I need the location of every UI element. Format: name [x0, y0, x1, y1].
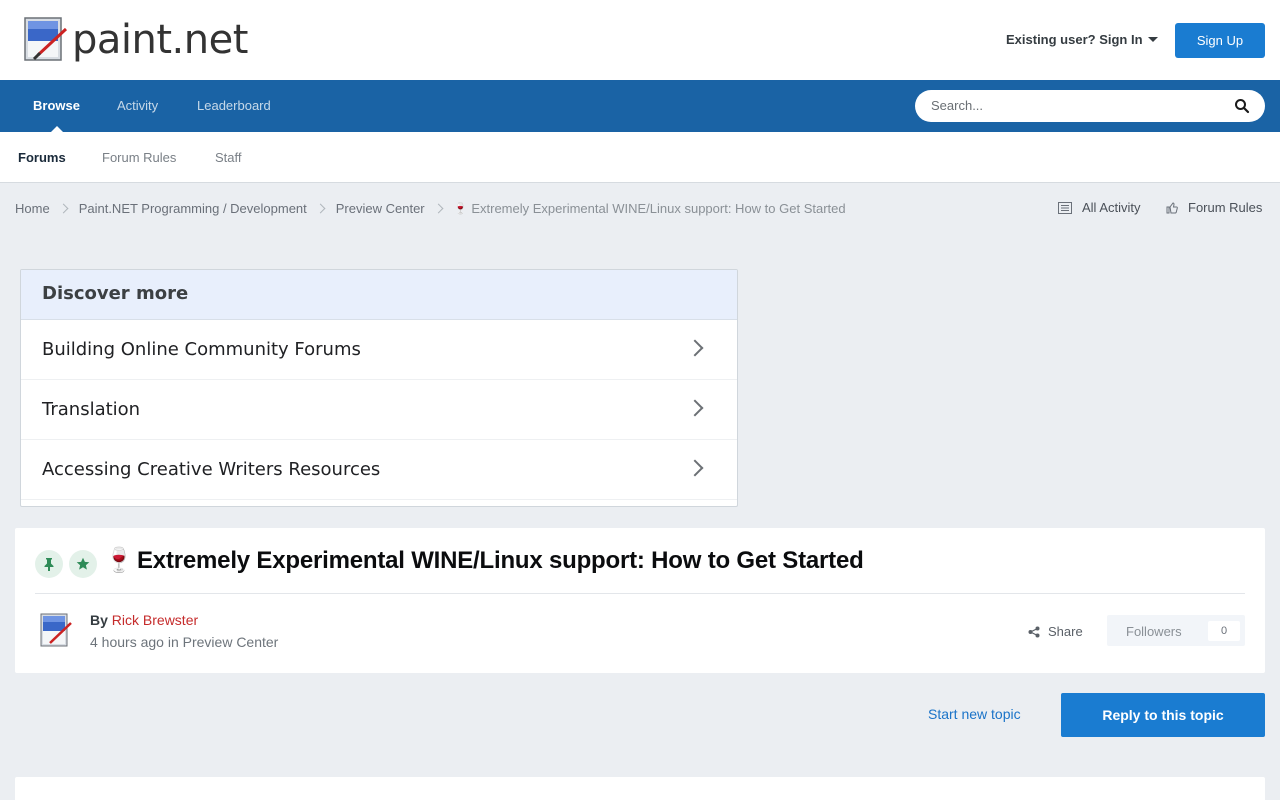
site-header: paint.net Existing user? Sign In Sign Up	[0, 0, 1280, 80]
featured-badge	[69, 550, 97, 578]
paintnet-logo-icon	[24, 17, 68, 61]
subnav-staff[interactable]: Staff	[215, 150, 242, 165]
search-icon[interactable]	[1234, 98, 1250, 114]
pin-icon	[44, 558, 54, 571]
followers-label: Followers	[1126, 624, 1182, 639]
breadcrumb: Home Paint.NET Programming / Development…	[15, 200, 846, 216]
logo-text: paint.net	[72, 17, 248, 63]
sign-up-button[interactable]: Sign Up	[1175, 23, 1265, 58]
discover-more-panel: Discover more Building Online Community …	[20, 269, 738, 507]
reply-to-topic-button[interactable]: Reply to this topic	[1061, 693, 1265, 737]
breadcrumb-home[interactable]: Home	[15, 201, 50, 216]
chevron-right-icon	[433, 203, 444, 213]
activity-feed-icon	[1058, 201, 1072, 214]
first-post-card	[15, 777, 1265, 800]
share-icon	[1028, 626, 1040, 637]
forum-rules-link[interactable]: Forum Rules	[1166, 200, 1262, 215]
start-new-topic-link[interactable]: Start new topic	[928, 706, 1021, 722]
topic-header: 🍷 Extremely Experimental WINE/Linux supp…	[15, 528, 1265, 673]
breadcrumb-preview-center[interactable]: Preview Center	[336, 201, 425, 216]
nav-activity[interactable]: Activity	[117, 80, 158, 132]
all-activity-label: All Activity	[1082, 200, 1141, 215]
author-avatar[interactable]	[40, 613, 72, 649]
divider	[35, 593, 1245, 594]
author-link[interactable]: Rick Brewster	[112, 612, 198, 628]
topic-byline: By Rick Brewster	[90, 612, 198, 628]
discover-item-label: Building Online Community Forums	[42, 339, 361, 360]
in-label: in	[167, 634, 179, 650]
topic-title: Extremely Experimental WINE/Linux suppor…	[137, 547, 864, 574]
discover-item[interactable]: Translation	[21, 380, 737, 440]
breadcrumb-dev[interactable]: Paint.NET Programming / Development	[79, 201, 307, 216]
wine-glass-icon: 🍷	[453, 202, 468, 215]
chevron-right-icon	[58, 203, 69, 213]
discover-item-label: Accessing Creative Writers Resources	[42, 459, 381, 480]
post-time[interactable]: 4 hours ago	[90, 634, 164, 650]
subnav-forum-rules[interactable]: Forum Rules	[102, 150, 176, 165]
topic-meta: 4 hours ago in Preview Center	[90, 634, 278, 650]
pinned-badge	[35, 550, 63, 578]
chevron-right-icon	[686, 399, 704, 417]
caret-down-icon	[1147, 37, 1158, 42]
by-label: By	[90, 612, 108, 628]
star-icon	[76, 557, 90, 570]
chevron-right-icon	[315, 203, 326, 213]
discover-item[interactable]: Building Online Community Forums	[21, 320, 737, 380]
forum-rules-label: Forum Rules	[1188, 200, 1263, 215]
follow-button[interactable]: Followers 0	[1107, 615, 1245, 646]
share-button[interactable]: Share	[1028, 624, 1083, 639]
forum-link[interactable]: Preview Center	[183, 634, 279, 650]
discover-item-label: Translation	[42, 399, 141, 420]
breadcrumb-current: Extremely Experimental WINE/Linux suppor…	[471, 200, 846, 216]
thumbs-up-icon	[1166, 201, 1178, 213]
share-label: Share	[1048, 624, 1083, 639]
all-activity-link[interactable]: All Activity	[1058, 200, 1141, 215]
discover-more-title: Discover more	[21, 270, 737, 320]
nav-leaderboard[interactable]: Leaderboard	[197, 80, 271, 132]
sign-in-menu[interactable]: Existing user? Sign In	[1006, 32, 1158, 47]
discover-item[interactable]: Accessing Creative Writers Resources	[21, 440, 737, 500]
chevron-right-icon	[686, 459, 704, 477]
search-input[interactable]: Search...	[915, 90, 1265, 122]
nav-browse[interactable]: Browse	[33, 80, 80, 132]
site-logo[interactable]: paint.net	[24, 17, 248, 63]
chevron-right-icon	[686, 339, 704, 357]
followers-count: 0	[1208, 621, 1240, 641]
subnav-forums[interactable]: Forums	[18, 150, 66, 165]
wine-glass-icon: 🍷	[104, 547, 134, 574]
search-placeholder: Search...	[931, 98, 984, 113]
sign-in-label: Existing user? Sign In	[1006, 32, 1143, 47]
secondary-nav: Forums Forum Rules Staff	[0, 132, 1280, 183]
